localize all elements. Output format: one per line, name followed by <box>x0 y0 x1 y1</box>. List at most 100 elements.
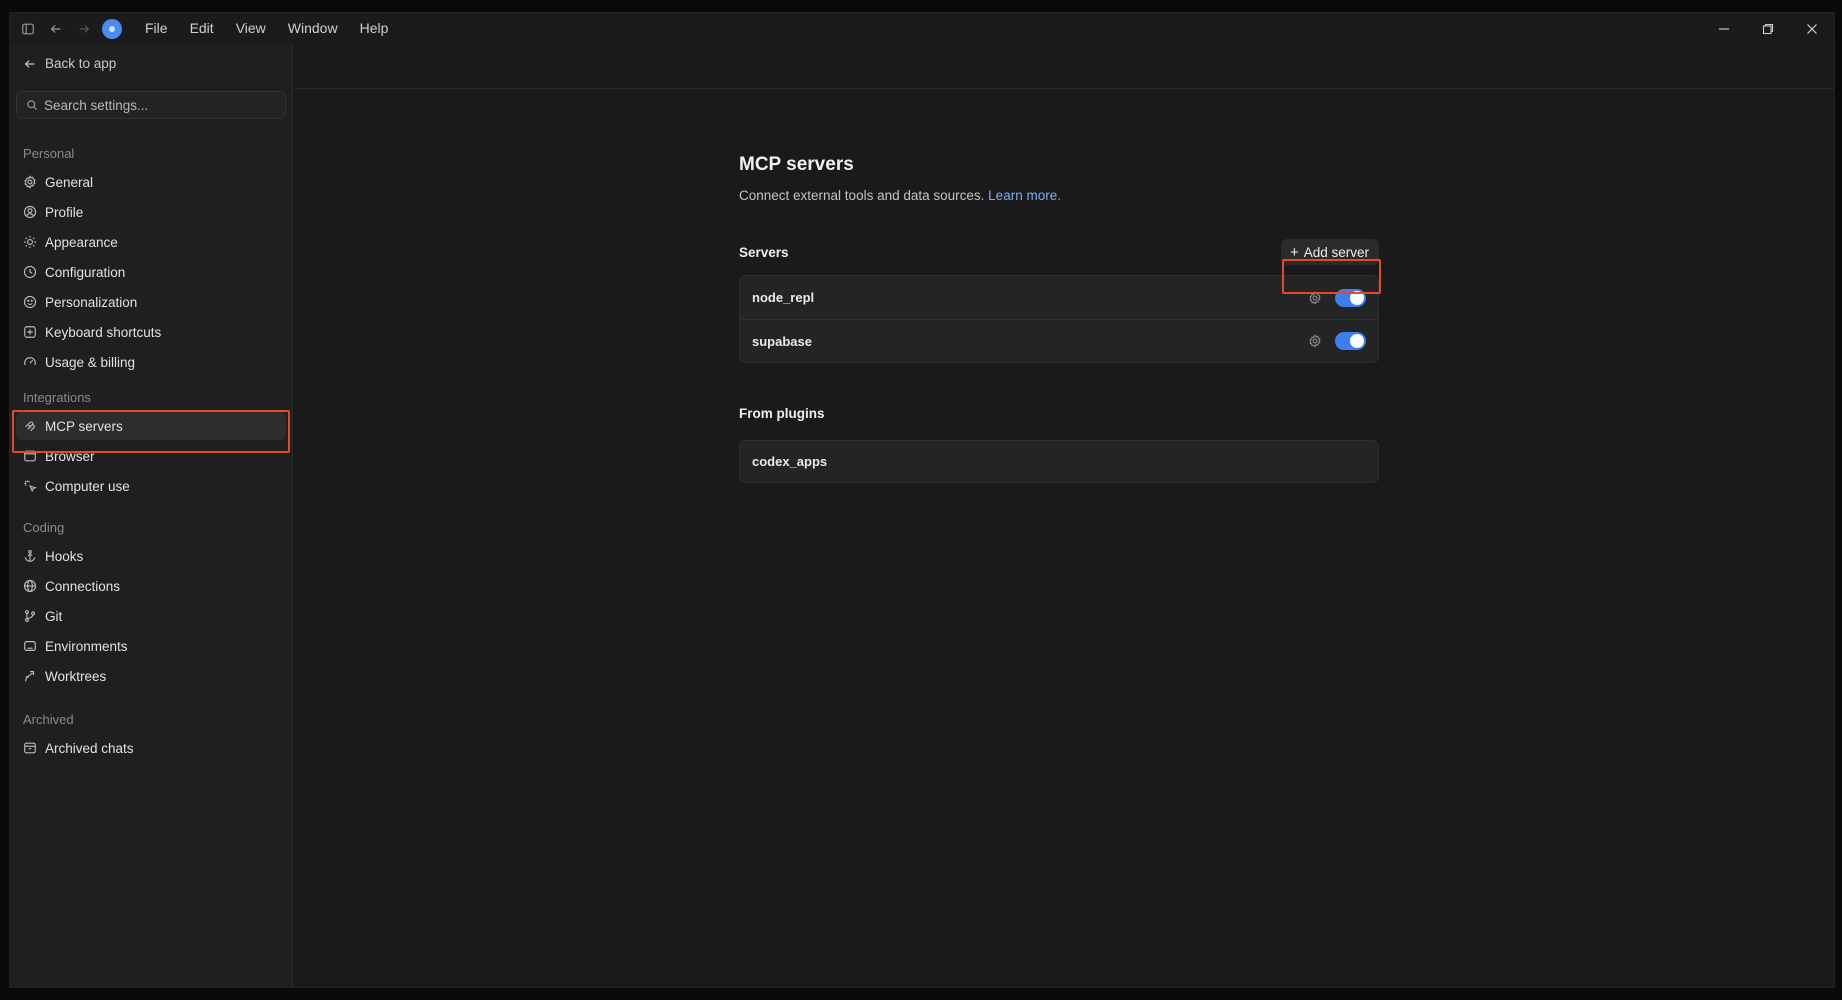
settings-search[interactable] <box>16 91 286 119</box>
menu-file[interactable]: File <box>134 13 179 44</box>
sidebar-item-label: Archived chats <box>45 740 134 756</box>
back-arrow-icon[interactable] <box>42 15 70 43</box>
server-row-node-repl: node_repl <box>740 276 1378 319</box>
plugin-name: codex_apps <box>752 454 828 469</box>
learn-more-link[interactable]: Learn more. <box>988 188 1061 203</box>
menu-edit[interactable]: Edit <box>179 13 225 44</box>
toggle-sidebar-icon[interactable] <box>14 15 42 43</box>
personalization-icon <box>23 295 37 309</box>
section-archived: Archived <box>23 712 74 727</box>
monitor-icon <box>24 641 36 651</box>
app-logo-icon <box>102 18 122 39</box>
gauge-icon <box>24 357 36 366</box>
sidebar-item-computer-use[interactable]: Computer use <box>16 472 286 500</box>
page-subtitle: Connect external tools and data sources.… <box>739 188 1379 203</box>
menu-window[interactable]: Window <box>277 13 349 44</box>
sidebar-item-usage-billing[interactable]: Usage & billing <box>16 348 286 376</box>
page-title: MCP servers <box>739 154 854 175</box>
sidebar-item-personalization[interactable]: Personalization <box>16 288 286 316</box>
sidebar-item-label: Configuration <box>45 264 126 280</box>
menu-help[interactable]: Help <box>349 13 400 44</box>
menu-view[interactable]: View <box>225 13 277 44</box>
sidebar-item-general[interactable]: General <box>16 168 286 196</box>
cursor-sparkle-icon <box>24 480 37 493</box>
browser-window-icon <box>24 450 36 462</box>
sidebar-item-label: Usage & billing <box>45 354 136 370</box>
settings-dial-icon <box>23 265 37 279</box>
sidebar-item-appearance[interactable]: Appearance <box>16 228 286 256</box>
plugins-list: codex_apps <box>739 440 1379 483</box>
add-server-button[interactable]: + Add server <box>1280 239 1379 265</box>
search-input[interactable] <box>44 97 274 113</box>
git-branch-icon <box>24 610 36 622</box>
servers-list: node_repl supabase <box>739 275 1379 363</box>
sidebar-item-label: Browser <box>45 448 95 464</box>
sidebar-item-connections[interactable]: Connections <box>16 572 286 600</box>
server-name: node_repl <box>752 290 815 305</box>
sidebar-item-label: Hooks <box>45 548 84 564</box>
server-enabled-toggle[interactable] <box>1335 332 1366 350</box>
sidebar-item-archived-chats[interactable]: Archived chats <box>16 734 286 762</box>
section-integrations: Integrations <box>23 390 91 405</box>
sidebar-item-configuration[interactable]: Configuration <box>16 258 286 286</box>
servers-header: Servers + Add server <box>739 239 1379 265</box>
gear-icon[interactable] <box>1308 334 1322 348</box>
close-icon[interactable] <box>1790 13 1834 44</box>
back-to-app-label: Back to app <box>45 56 117 71</box>
section-coding: Coding <box>23 520 65 535</box>
mcp-icon <box>25 421 35 432</box>
sidebar-item-label: Appearance <box>45 234 118 250</box>
title-bar: File Edit View Window Help <box>10 13 1834 44</box>
server-name: supabase <box>752 333 812 349</box>
sidebar-item-worktrees[interactable]: Worktrees <box>16 662 286 690</box>
sidebar-item-label: Git <box>45 608 63 624</box>
sidebar-item-label: General <box>45 174 94 190</box>
plus-icon: + <box>1289 243 1299 261</box>
keyboard-plus-icon <box>24 326 36 338</box>
forward-arrow-icon[interactable] <box>70 15 98 43</box>
sidebar-item-mcp-servers[interactable]: MCP servers <box>16 412 286 440</box>
sidebar-item-hooks[interactable]: Hooks <box>16 542 286 570</box>
archive-box-icon <box>24 742 36 754</box>
arrow-left-icon <box>24 59 35 68</box>
sidebar-item-git[interactable]: Git <box>16 602 286 630</box>
user-circle-icon <box>23 205 37 219</box>
sidebar-item-label: Personalization <box>45 294 138 310</box>
back-to-app-link[interactable]: Back to app <box>23 56 116 71</box>
server-enabled-toggle[interactable] <box>1335 288 1366 307</box>
globe-icon <box>23 579 37 593</box>
sun-icon <box>23 235 37 249</box>
servers-label: Servers <box>739 244 789 260</box>
search-icon <box>27 100 37 110</box>
subtitle-text: Connect external tools and data sources. <box>739 188 985 203</box>
plugins-label: From plugins <box>739 406 825 421</box>
settings-sidebar: Back to app Personal General Profile App… <box>10 44 293 987</box>
menu-bar: File Edit View Window Help <box>134 13 399 44</box>
add-server-label: Add server <box>1303 244 1369 260</box>
minimize-icon[interactable] <box>1702 13 1746 44</box>
gear-icon <box>24 175 36 189</box>
sidebar-item-label: Keyboard shortcuts <box>45 324 162 340</box>
sidebar-item-label: Profile <box>45 204 84 220</box>
sidebar-item-label: MCP servers <box>45 418 123 434</box>
mcp-servers-panel: MCP servers Connect external tools and d… <box>739 154 1379 483</box>
main-top-strip <box>294 44 1834 89</box>
sidebar-item-label: Environments <box>45 638 128 654</box>
sidebar-item-label: Connections <box>45 578 121 594</box>
sidebar-item-profile[interactable]: Profile <box>16 198 286 226</box>
restore-icon[interactable] <box>1746 13 1790 44</box>
plugin-row-codex-apps[interactable]: codex_apps <box>740 441 1378 482</box>
sidebar-item-environments[interactable]: Environments <box>16 632 286 660</box>
settings-main: MCP servers Connect external tools and d… <box>294 44 1834 987</box>
sidebar-item-label: Worktrees <box>45 668 107 684</box>
section-personal: Personal <box>23 146 75 161</box>
anchor-icon <box>24 550 36 562</box>
app-window: File Edit View Window Help Back to app S… <box>9 12 1835 988</box>
worktree-icon <box>25 671 35 682</box>
sidebar-item-keyboard-shortcuts[interactable]: Keyboard shortcuts <box>16 318 286 346</box>
sidebar-item-browser[interactable]: Browser <box>16 442 286 470</box>
window-controls <box>1702 13 1834 44</box>
server-row-supabase: supabase <box>740 319 1378 362</box>
sidebar-item-label: Computer use <box>45 478 130 494</box>
gear-icon[interactable] <box>1308 290 1322 305</box>
